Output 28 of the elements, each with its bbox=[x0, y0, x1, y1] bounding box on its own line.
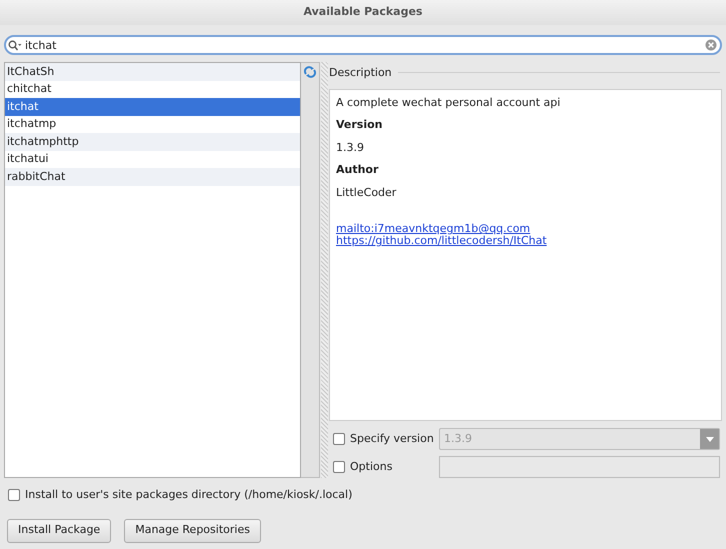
splitter-handle[interactable] bbox=[321, 62, 328, 478]
version-text: 1.3.9 bbox=[336, 140, 365, 156]
options-field[interactable] bbox=[439, 456, 720, 478]
version-heading: Version bbox=[336, 117, 384, 134]
checkbox[interactable] bbox=[333, 433, 345, 445]
title-bar: Available Packages bbox=[0, 0, 726, 25]
author-heading: Author bbox=[336, 162, 380, 178]
action-button[interactable]: Install Package bbox=[7, 518, 112, 542]
checkbox[interactable] bbox=[333, 461, 345, 473]
specify-version-label: Specify version bbox=[350, 430, 434, 447]
install-to-user-label: Install to user's site packages directory (/home/kiosk/.local) bbox=[25, 487, 352, 503]
description-label: Description bbox=[329, 64, 392, 81]
link[interactable]: https://github.com/littlecodersh/ItChat bbox=[336, 235, 547, 248]
package-item[interactable]: itchatmphttp bbox=[5, 133, 300, 150]
search-field[interactable]: itchat bbox=[4, 35, 722, 55]
summary-text: A complete wechat personal account api bbox=[336, 94, 562, 111]
clear-icon[interactable] bbox=[705, 39, 717, 51]
search-icon bbox=[8, 40, 22, 50]
link[interactable]: mailto:i7meavnktqegm1b@qq.com bbox=[336, 223, 530, 236]
caret-icon bbox=[706, 436, 714, 442]
package-item[interactable]: rabbitChat bbox=[5, 168, 300, 186]
action-button[interactable]: Manage Repositories bbox=[124, 518, 261, 542]
options-label: Options bbox=[350, 458, 392, 475]
refresh-icon[interactable] bbox=[304, 66, 316, 78]
package-item[interactable]: itchat bbox=[5, 98, 300, 116]
checkbox[interactable] bbox=[8, 489, 20, 502]
author-text: LittleCoder bbox=[336, 184, 398, 201]
package-item[interactable]: ItChatSh bbox=[5, 63, 300, 80]
